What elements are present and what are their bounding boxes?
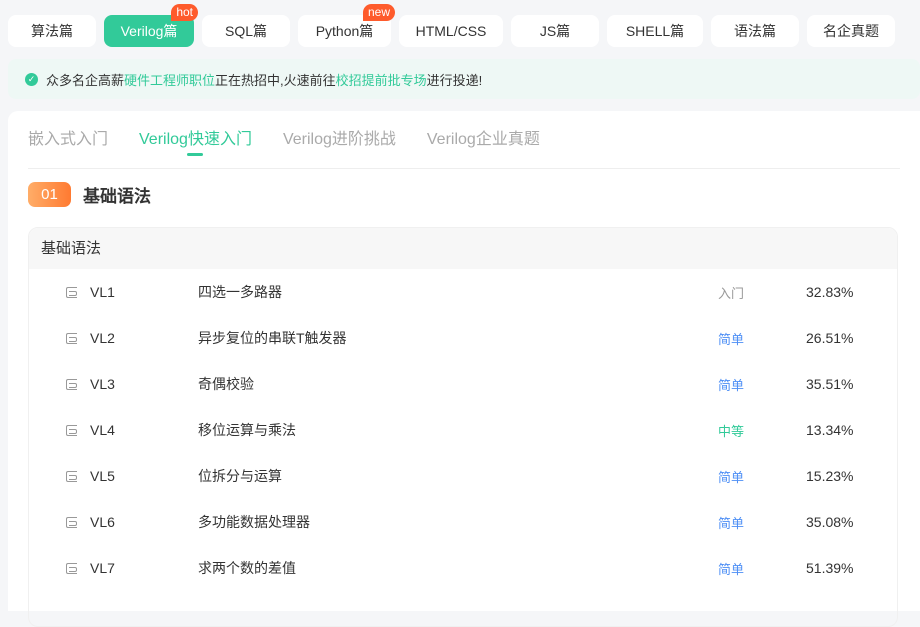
pass-rate: 35.51%	[806, 376, 854, 392]
group-header: 基础语法	[29, 228, 897, 269]
nav-tab-0[interactable]: 算法篇	[8, 15, 96, 47]
problem-icon	[66, 470, 77, 482]
notice-text: 众多名企高薪	[46, 72, 125, 88]
problem-title[interactable]: 四选一多路器	[198, 282, 718, 302]
difficulty-label: 简单	[718, 561, 745, 577]
hot-badge: hot	[171, 4, 198, 21]
problem-row[interactable]: VL6 多功能数据处理器 简单 35.08%	[29, 499, 897, 545]
problem-row[interactable]: VL2 异步复位的串联T触发器 简单 26.51%	[29, 315, 897, 361]
problem-icon	[66, 562, 77, 574]
notice-text: 进行投递!	[426, 72, 483, 88]
nav-tab-label: 名企真题	[823, 23, 879, 39]
problem-icon	[66, 424, 77, 436]
pass-rate: 15.23%	[806, 468, 854, 484]
notice-text: 正在热招中,火速前往	[215, 72, 336, 88]
problem-row[interactable]: VL4 移位运算与乘法 中等 13.34%	[29, 407, 897, 453]
new-badge: new	[362, 4, 395, 21]
nav-tab-label: HTML/CSS	[415, 23, 487, 39]
notice-link-hardware-jobs[interactable]: 硬件工程师职位	[124, 70, 215, 89]
pass-rate: 51.39%	[806, 560, 854, 576]
problem-title[interactable]: 奇偶校验	[198, 374, 718, 394]
difficulty-label: 简单	[718, 331, 745, 347]
section-number: 01	[28, 182, 71, 207]
sub-tabs: 嵌入式入门 Verilog快速入门 Verilog进阶挑战 Verilog企业真…	[28, 129, 900, 169]
problem-code: VL1	[90, 284, 115, 300]
problem-code: VL4	[90, 422, 115, 438]
pass-rate: 32.83%	[806, 284, 854, 300]
nav-tab-label: JS篇	[539, 23, 571, 39]
pass-rate: 35.08%	[806, 514, 854, 530]
problem-row[interactable]: VL7 求两个数的差值 简单 51.39%	[29, 545, 897, 591]
problem-code: VL5	[90, 468, 115, 484]
nav-tab-8[interactable]: 名企真题	[807, 15, 895, 47]
pass-rate: 13.34%	[806, 422, 854, 438]
problem-title[interactable]: 移位运算与乘法	[198, 420, 718, 440]
notice-banner: ✓ 众多名企高薪 硬件工程师职位 正在热招中,火速前往 校招提前批专场 进行投递!	[8, 59, 920, 99]
problem-code: VL7	[90, 560, 115, 576]
nav-tab-label: SHELL篇	[625, 23, 685, 39]
nav-tab-3[interactable]: Python篇 new	[298, 4, 395, 47]
problem-title[interactable]: 异步复位的串联T触发器	[198, 328, 718, 348]
content-card: 嵌入式入门 Verilog快速入门 Verilog进阶挑战 Verilog企业真…	[8, 111, 920, 627]
problem-title[interactable]: 位拆分与运算	[198, 466, 718, 486]
problem-row[interactable]: VL5 位拆分与运算 简单 15.23%	[29, 453, 897, 499]
nav-tab-label: Verilog篇	[120, 23, 178, 39]
problem-title[interactable]: 多功能数据处理器	[198, 512, 718, 532]
problem-icon	[66, 286, 77, 298]
section-title: 基础语法	[83, 187, 151, 206]
check-circle-icon: ✓	[25, 72, 38, 86]
difficulty-label: 简单	[718, 469, 745, 485]
problem-code: VL6	[90, 514, 115, 530]
problem-icon	[66, 378, 77, 390]
nav-tab-2[interactable]: SQL篇	[202, 15, 290, 47]
nav-tab-4[interactable]: HTML/CSS	[399, 15, 503, 47]
difficulty-label: 简单	[718, 377, 745, 393]
tab-verilog-advanced[interactable]: Verilog进阶挑战	[283, 129, 396, 169]
problem-icon	[66, 516, 77, 528]
pass-rate: 26.51%	[806, 330, 854, 346]
nav-tab-7[interactable]: 语法篇	[711, 15, 799, 47]
problem-code: VL3	[90, 376, 115, 392]
problem-row[interactable]: VL3 奇偶校验 简单 35.51%	[29, 361, 897, 407]
problem-title[interactable]: 求两个数的差值	[198, 558, 718, 578]
nav-tab-label: 语法篇	[734, 23, 776, 39]
problem-code: VL2	[90, 330, 115, 346]
top-nav: 算法篇 Verilog篇 hot SQL篇 Python篇 new HTML/CSS JS篇 S…	[8, 4, 895, 47]
nav-tab-5[interactable]: JS篇	[511, 15, 599, 47]
difficulty-label: 中等	[718, 423, 745, 439]
notice-link-campus[interactable]: 校招提前批专场	[336, 70, 427, 89]
nav-tab-label: SQL篇	[224, 23, 267, 39]
tab-verilog-quick-start[interactable]: Verilog快速入门	[139, 129, 252, 169]
nav-tab-1[interactable]: Verilog篇 hot	[104, 4, 198, 47]
problem-group: 基础语法 VL1 四选一多路器 入门 32.83% VL2 异步复位的串联T触发器 简单 26…	[28, 227, 898, 627]
problem-row[interactable]: VL1 四选一多路器 入门 32.83%	[29, 269, 897, 315]
section-header: 01 基础语法	[28, 182, 151, 207]
tab-verilog-company[interactable]: Verilog企业真题	[427, 129, 540, 169]
difficulty-label: 入门	[718, 285, 745, 301]
nav-tab-label: Python篇	[315, 23, 374, 39]
tab-embedded-intro[interactable]: 嵌入式入门	[28, 129, 108, 169]
difficulty-label: 简单	[718, 515, 745, 531]
problem-icon	[66, 332, 77, 344]
nav-tab-label: 算法篇	[31, 23, 73, 39]
nav-tab-6[interactable]: SHELL篇	[607, 15, 703, 47]
